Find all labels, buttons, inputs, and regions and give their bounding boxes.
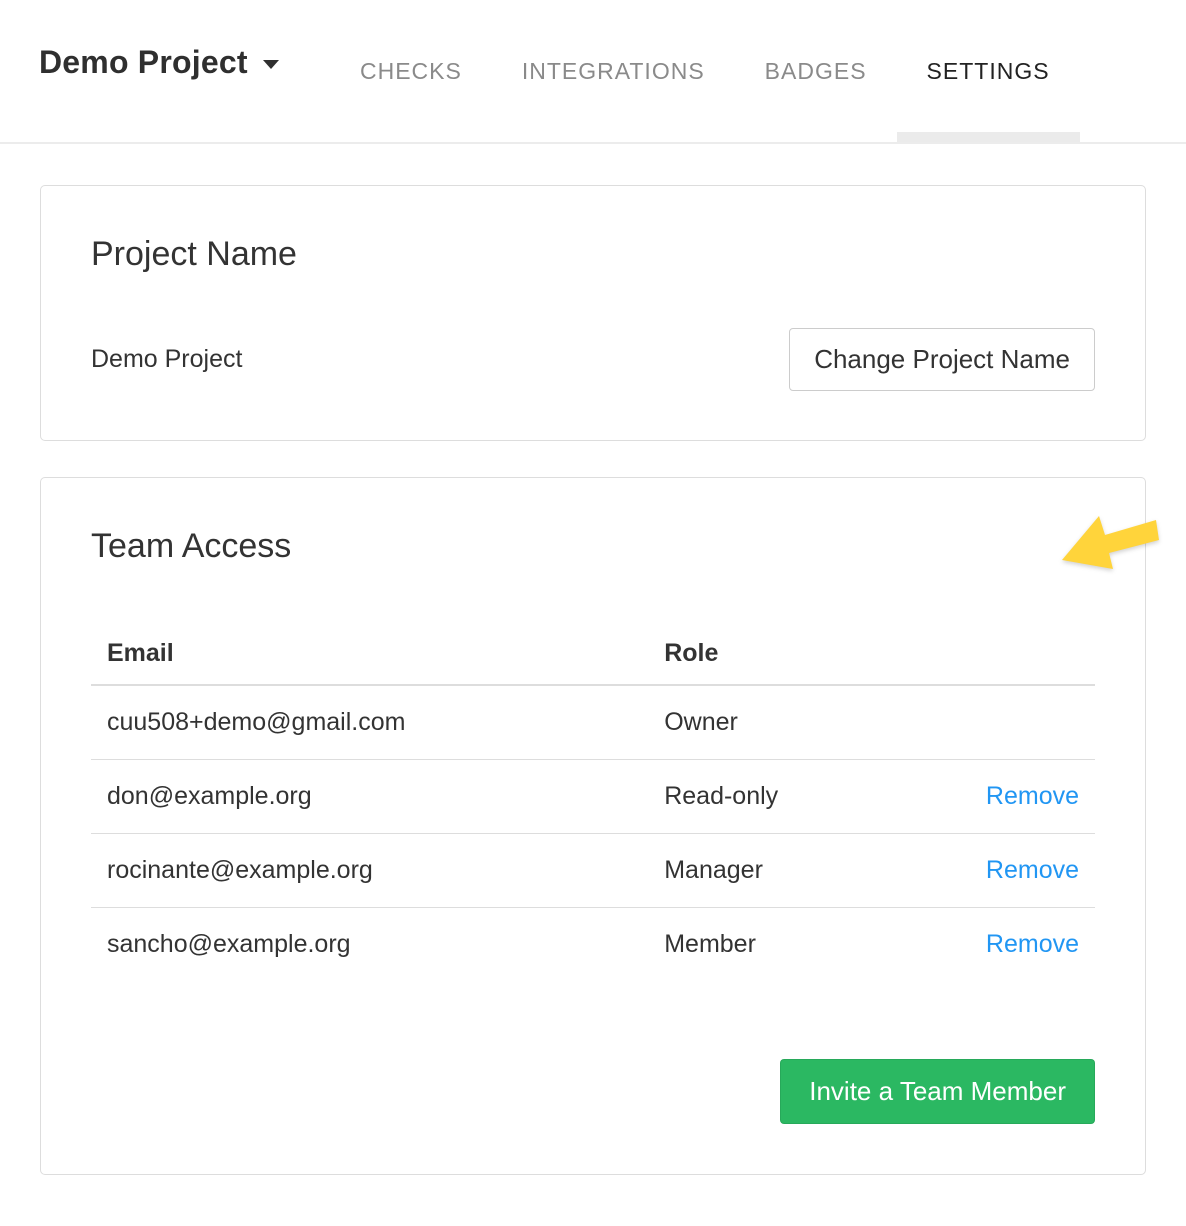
member-role: Owner	[648, 685, 894, 760]
settings-page: Project Name Demo Project Change Project…	[0, 185, 1186, 1175]
member-role: Manager	[648, 834, 894, 908]
member-role: Member	[648, 908, 894, 982]
role-column-header: Role	[648, 623, 894, 685]
top-navigation: Demo Project CHECKS INTEGRATIONS BADGES …	[0, 0, 1186, 144]
caret-down-icon	[263, 60, 279, 69]
project-title: Demo Project	[39, 44, 248, 81]
project-switcher-dropdown[interactable]: Demo Project	[39, 44, 279, 81]
remove-member-link[interactable]: Remove	[986, 782, 1079, 810]
email-column-header: Email	[91, 623, 648, 685]
project-name-row: Demo Project Change Project Name	[91, 328, 1095, 391]
tab-settings[interactable]: SETTINGS	[897, 0, 1080, 142]
member-email: don@example.org	[91, 760, 648, 834]
team-access-heading: Team Access	[91, 526, 1095, 566]
team-table-body: cuu508+demo@gmail.com Owner don@example.…	[91, 685, 1095, 981]
table-header-row: Email Role	[91, 623, 1095, 685]
remove-member-link[interactable]: Remove	[986, 856, 1079, 884]
table-row: don@example.org Read-only Remove	[91, 760, 1095, 834]
action-column-header	[894, 623, 1095, 685]
tab-integrations[interactable]: INTEGRATIONS	[492, 0, 735, 142]
member-role: Read-only	[648, 760, 894, 834]
table-row: rocinante@example.org Manager Remove	[91, 834, 1095, 908]
main-tabs: CHECKS INTEGRATIONS BADGES SETTINGS	[330, 0, 1080, 142]
current-project-name: Demo Project	[91, 345, 242, 374]
member-email: sancho@example.org	[91, 908, 648, 982]
team-access-card: Team Access Email Role cuu508+demo@gmail…	[40, 477, 1146, 1175]
table-row: sancho@example.org Member Remove	[91, 908, 1095, 982]
remove-member-link[interactable]: Remove	[986, 930, 1079, 958]
member-email: cuu508+demo@gmail.com	[91, 685, 648, 760]
invite-row: Invite a Team Member	[91, 1059, 1095, 1124]
invite-team-member-button[interactable]: Invite a Team Member	[780, 1059, 1095, 1124]
table-row: cuu508+demo@gmail.com Owner	[91, 685, 1095, 760]
project-name-card: Project Name Demo Project Change Project…	[40, 185, 1146, 441]
project-name-heading: Project Name	[91, 234, 1095, 274]
tab-checks[interactable]: CHECKS	[330, 0, 492, 142]
team-members-table: Email Role cuu508+demo@gmail.com Owner d…	[91, 623, 1095, 981]
member-email: rocinante@example.org	[91, 834, 648, 908]
tab-badges[interactable]: BADGES	[735, 0, 897, 142]
change-project-name-button[interactable]: Change Project Name	[789, 328, 1095, 391]
